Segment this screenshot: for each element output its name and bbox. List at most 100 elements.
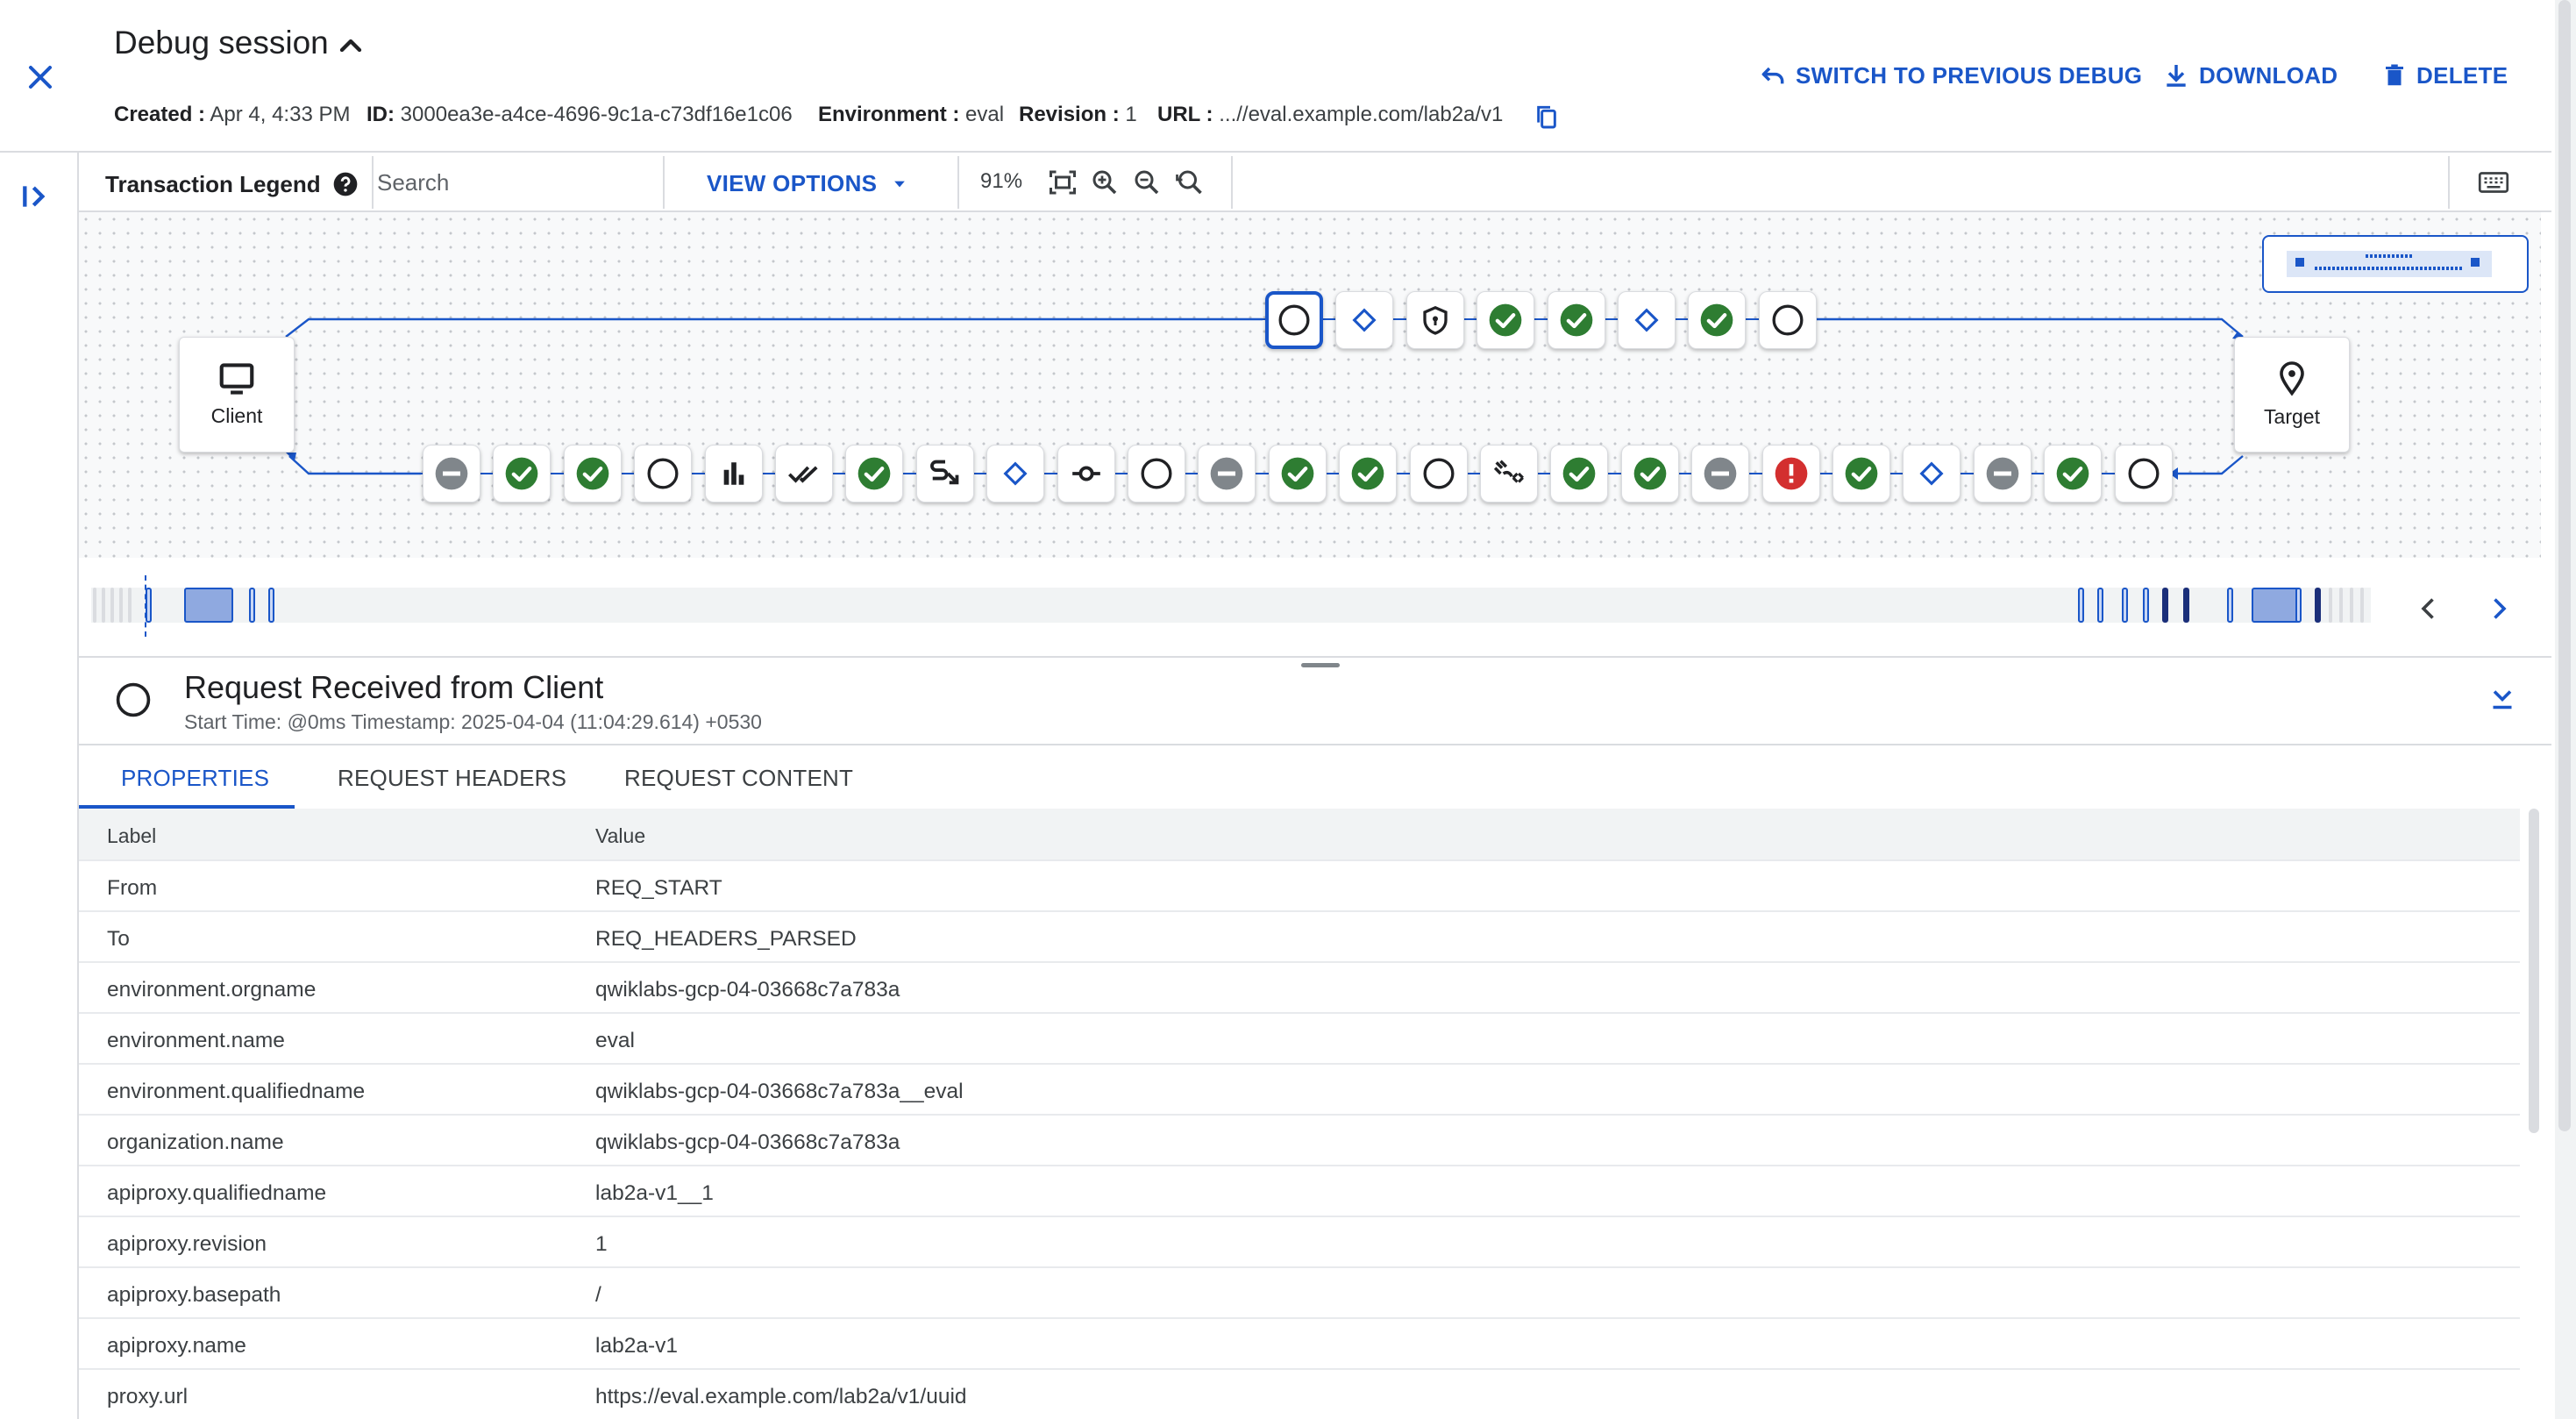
- circle-icon: [2126, 456, 2161, 491]
- property-value: qwiklabs-gcp-04-03668c7a783a__eval: [595, 1080, 964, 1103]
- minus-icon: [1985, 456, 2020, 491]
- target-endpoint[interactable]: Target: [2234, 337, 2350, 453]
- client-endpoint[interactable]: Client: [179, 337, 295, 453]
- timeline-tick[interactable]: [146, 588, 152, 623]
- resize-handle[interactable]: [1301, 663, 1340, 667]
- flow-step-node[interactable]: [1405, 291, 1464, 349]
- flow-step-node[interactable]: [1688, 291, 1747, 349]
- flow-step-node[interactable]: [1128, 445, 1185, 503]
- property-value: lab2a-v1__1: [595, 1181, 714, 1205]
- table-header-row: Label Value: [79, 809, 2520, 861]
- client-label: Client: [210, 403, 263, 427]
- property-label: environment.orgname: [107, 978, 317, 1002]
- table-row: environment.name eval: [79, 1014, 2520, 1065]
- flow-step-node[interactable]: [1339, 445, 1398, 503]
- diamond-icon: [1632, 305, 1662, 335]
- flow-step-node[interactable]: [1409, 445, 1468, 503]
- timeline-tick[interactable]: [249, 588, 255, 623]
- flow-step-node[interactable]: [704, 445, 763, 503]
- timeline-tick[interactable]: [2227, 588, 2233, 623]
- check-icon: [1488, 303, 1523, 338]
- flow-step-node[interactable]: [1620, 445, 1679, 503]
- check-icon: [1350, 456, 1385, 491]
- check-icon: [1699, 303, 1734, 338]
- flow-step-node[interactable]: [1268, 445, 1327, 503]
- flow-step-node[interactable]: [493, 445, 551, 503]
- timeline-tick[interactable]: [2143, 588, 2149, 623]
- timeline-tick[interactable]: [2315, 588, 2321, 623]
- flow-step-node[interactable]: [1335, 291, 1394, 349]
- flow-step-node[interactable]: [1265, 291, 1323, 349]
- chevron-right-icon[interactable]: [2483, 593, 2515, 624]
- timeline-tick[interactable]: [2183, 588, 2189, 623]
- property-value: https://eval.example.com/lab2a/v1/uuid: [595, 1385, 967, 1408]
- flow-step-node[interactable]: [1832, 445, 1890, 503]
- table-row: From REQ_START: [79, 861, 2520, 912]
- collapse-icon[interactable]: [2487, 682, 2518, 714]
- flow-step-node[interactable]: [1903, 445, 1961, 503]
- event-title: Request Received from Client: [184, 669, 604, 705]
- flow-step-node[interactable]: [1618, 291, 1676, 349]
- flow-step-node[interactable]: [1550, 445, 1609, 503]
- table-row: apiproxy.qualifiedname lab2a-v1__1: [79, 1166, 2520, 1217]
- timeline-tick[interactable]: [2162, 588, 2168, 623]
- property-label: environment.name: [107, 1029, 285, 1052]
- target-label: Target: [2264, 404, 2320, 428]
- timeline-track[interactable]: [91, 588, 2371, 623]
- tab-request-headers[interactable]: REQUEST HEADERS: [338, 765, 566, 792]
- bars-icon: [719, 459, 749, 488]
- property-label: apiproxy.revision: [107, 1232, 267, 1256]
- flow-step-node[interactable]: [1761, 445, 1820, 503]
- timeline-tick[interactable]: [2295, 588, 2302, 623]
- flow-step-node[interactable]: [1198, 445, 1256, 503]
- flow-step-node[interactable]: [2114, 445, 2173, 503]
- column-header-value: Value: [595, 824, 646, 847]
- flow-step-node[interactable]: [1480, 445, 1538, 503]
- table-row: organization.name qwiklabs-gcp-04-03668c7…: [79, 1116, 2520, 1166]
- property-value: qwiklabs-gcp-04-03668c7a783a: [595, 1130, 900, 1154]
- flow-step-node[interactable]: [563, 445, 622, 503]
- flow-step-node[interactable]: [2044, 445, 2103, 503]
- timeline-tick[interactable]: [268, 588, 274, 623]
- table-scrollbar[interactable]: [2529, 809, 2539, 1133]
- property-label: apiproxy.name: [107, 1334, 246, 1358]
- flow-step-node[interactable]: [634, 445, 693, 503]
- page-scrollbar-thumb[interactable]: [2558, 0, 2571, 1131]
- check-icon: [857, 456, 892, 491]
- property-label: organization.name: [107, 1130, 284, 1154]
- timeline-tick[interactable]: [184, 588, 233, 623]
- flow-step-node[interactable]: [423, 445, 480, 503]
- minimap[interactable]: [2262, 235, 2529, 293]
- monitor-icon: [219, 362, 254, 395]
- code-scan-icon: [1492, 457, 1526, 490]
- chevron-left-icon[interactable]: [2413, 593, 2444, 624]
- timeline-tick[interactable]: [2122, 588, 2128, 623]
- minus-icon: [1703, 456, 1738, 491]
- column-header-label: Label: [107, 824, 157, 847]
- check-icon: [1280, 456, 1315, 491]
- flow-step-node[interactable]: [986, 445, 1045, 503]
- flow-step-node[interactable]: [1691, 445, 1750, 503]
- property-label: apiproxy.qualifiedname: [107, 1181, 327, 1205]
- timeline-tick: [2329, 588, 2332, 623]
- tab-request-content[interactable]: REQUEST CONTENT: [624, 765, 853, 792]
- circle-icon: [1139, 456, 1174, 491]
- timeline-tick[interactable]: [2078, 588, 2084, 623]
- timeline-tick[interactable]: [2252, 588, 2301, 623]
- timeline-tick: [102, 588, 105, 623]
- property-value: lab2a-v1: [595, 1334, 678, 1358]
- flow-step-node[interactable]: [1477, 291, 1535, 349]
- flow-step-node[interactable]: [1547, 291, 1605, 349]
- timeline-tick[interactable]: [2097, 588, 2103, 623]
- flow-step-node[interactable]: [915, 445, 974, 503]
- flow-step-node[interactable]: [1057, 445, 1115, 503]
- flow-step-node[interactable]: [1758, 291, 1817, 349]
- table-row: apiproxy.basepath /: [79, 1268, 2520, 1319]
- diamond-icon: [1000, 459, 1030, 488]
- flow-step-node[interactable]: [775, 445, 833, 503]
- table-row: proxy.url https://eval.example.com/lab2a/…: [79, 1370, 2520, 1419]
- flow-step-node[interactable]: [1973, 445, 2032, 503]
- flow-step-node[interactable]: [845, 445, 904, 503]
- tab-properties[interactable]: PROPERTIES: [121, 765, 269, 792]
- property-label: To: [107, 927, 130, 951]
